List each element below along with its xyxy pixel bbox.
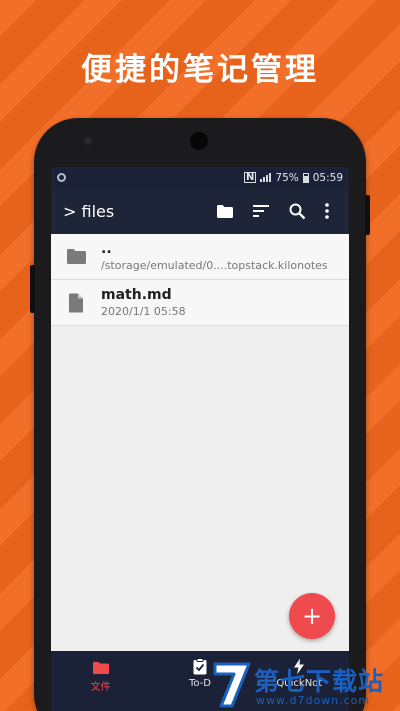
folder-icon	[217, 204, 233, 218]
search-button[interactable]	[279, 193, 315, 229]
nav-label: 文件	[90, 682, 111, 693]
folder-icon	[92, 657, 110, 675]
signal-icon	[260, 173, 272, 182]
file-name: math.md	[101, 286, 172, 303]
toolbar-title: > files	[63, 201, 115, 221]
nav-label: To-D	[188, 678, 211, 689]
power-button	[30, 265, 35, 313]
new-folder-button[interactable]	[207, 193, 243, 229]
watermark-url: www.d7down.com	[256, 694, 371, 707]
watermark-text: 第七下载站	[254, 667, 385, 696]
nfc-icon: N	[244, 172, 257, 183]
proximity-sensor	[84, 137, 92, 145]
watermark-logo-icon	[213, 662, 251, 708]
sort-icon	[253, 205, 269, 217]
front-camera	[190, 132, 208, 150]
banner-headline: 便捷的笔记管理	[81, 52, 319, 88]
folder-icon	[65, 246, 87, 268]
notification-dot-icon	[57, 173, 66, 182]
file-icon	[65, 292, 87, 314]
file-date: 2020/1/1 05:58	[101, 304, 186, 318]
battery-icon	[302, 172, 309, 183]
file-row-math[interactable]: math.md 2020/1/1 05:58	[51, 280, 349, 326]
file-list: .. /storage/emulated/0....topstack.kilon…	[51, 234, 349, 326]
file-name: ..	[101, 240, 112, 257]
search-icon	[289, 203, 305, 219]
app-toolbar: > files	[51, 188, 349, 234]
todo-clipboard-icon	[193, 657, 207, 675]
file-row-parent[interactable]: .. /storage/emulated/0....topstack.kilon…	[51, 234, 349, 280]
battery-percent: 75%	[275, 171, 299, 184]
file-path: /storage/emulated/0....topstack.kilonote…	[101, 258, 328, 272]
app-screen: N 75% 05:59 > files .. /storage/emulated…	[51, 167, 349, 711]
watermark: 第七下载站 www.d7down.com	[212, 658, 400, 711]
more-vert-icon	[325, 203, 329, 219]
status-time: 05:59	[312, 171, 343, 184]
add-note-fab[interactable]: +	[289, 593, 335, 639]
sort-button[interactable]	[243, 193, 279, 229]
volume-button	[365, 195, 370, 235]
status-bar: N 75% 05:59	[51, 167, 349, 188]
more-options-button[interactable]	[315, 193, 339, 229]
nav-tab-files[interactable]: 文件	[51, 651, 150, 711]
